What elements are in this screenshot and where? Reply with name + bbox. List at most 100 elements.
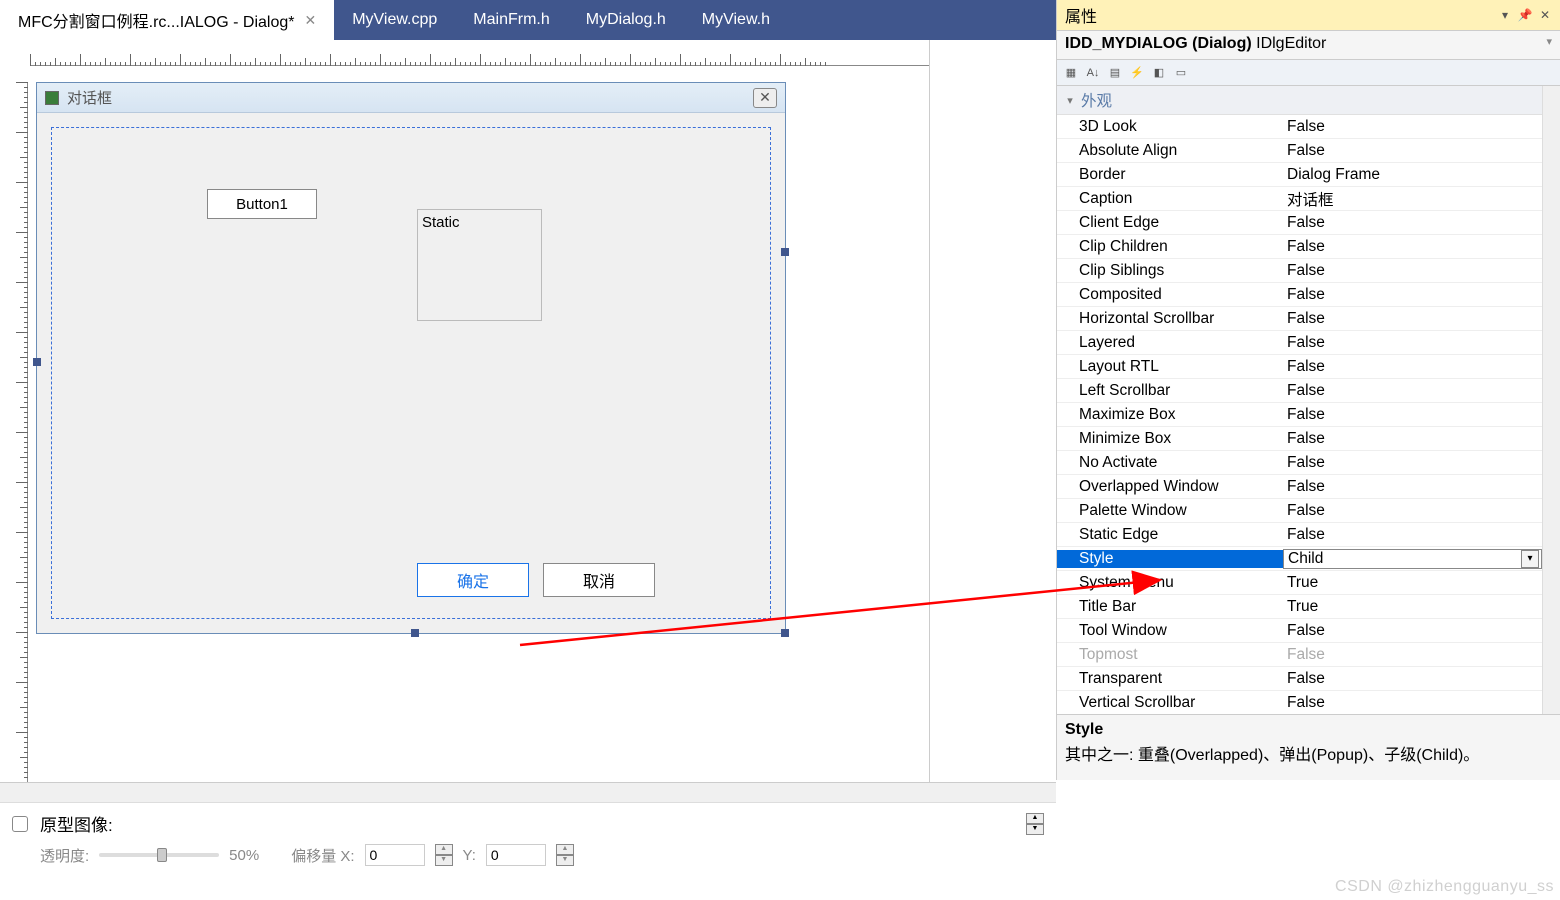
chevron-down-icon[interactable]: ▾	[1546, 35, 1552, 48]
alphabetical-icon[interactable]: A↓	[1083, 63, 1103, 83]
close-icon[interactable]: ✕	[753, 88, 777, 108]
property-value[interactable]: False	[1283, 214, 1542, 232]
ok-button[interactable]: 确定	[417, 563, 529, 597]
cancel-button[interactable]: 取消	[543, 563, 655, 597]
dialog-titlebar[interactable]: 对话框 ✕	[37, 83, 785, 113]
spinner[interactable]: ▲▼	[556, 844, 574, 866]
property-row[interactable]: Tool WindowFalse	[1057, 619, 1542, 643]
slider-thumb[interactable]	[157, 848, 167, 862]
property-value[interactable]: False	[1283, 382, 1542, 400]
category-appearance[interactable]: ▾外观	[1057, 86, 1542, 115]
property-value[interactable]: False	[1283, 526, 1542, 544]
tab-myview-h[interactable]: MyView.h	[684, 0, 788, 40]
properties-titlebar[interactable]: 属性 ▾ 📌 ✕	[1057, 0, 1560, 30]
property-row[interactable]: Layout RTLFalse	[1057, 355, 1542, 379]
property-value[interactable]: False	[1283, 406, 1542, 424]
ruler-horizontal	[30, 44, 929, 66]
property-value[interactable]: False	[1283, 670, 1542, 688]
tab-myview-cpp[interactable]: MyView.cpp	[334, 0, 455, 40]
collapse-icon[interactable]: ▾	[1063, 94, 1077, 107]
property-row[interactable]: Left ScrollbarFalse	[1057, 379, 1542, 403]
property-value[interactable]: False	[1283, 334, 1542, 352]
property-value[interactable]: False	[1283, 262, 1542, 280]
close-icon[interactable]: ✕	[304, 12, 316, 29]
property-value[interactable]: False	[1283, 118, 1542, 136]
property-row[interactable]: Minimize BoxFalse	[1057, 427, 1542, 451]
property-value[interactable]: False	[1283, 142, 1542, 160]
designer-canvas[interactable]: 对话框 ✕ Button1 Static 确定 取消	[36, 82, 919, 772]
property-value[interactable]: True	[1283, 598, 1542, 616]
static-control[interactable]: Static	[417, 209, 542, 321]
property-row[interactable]: Horizontal ScrollbarFalse	[1057, 307, 1542, 331]
property-row[interactable]: Clip ChildrenFalse	[1057, 235, 1542, 259]
resize-handle[interactable]	[33, 358, 41, 366]
events-icon[interactable]: ⚡	[1127, 63, 1147, 83]
property-value[interactable]: False	[1283, 358, 1542, 376]
property-name: Static Edge	[1057, 526, 1283, 544]
dialog-frame[interactable]: 对话框 ✕ Button1 Static 确定 取消	[36, 82, 786, 634]
property-value[interactable]: False	[1283, 430, 1542, 448]
property-row[interactable]: Maximize BoxFalse	[1057, 403, 1542, 427]
property-name: Caption	[1057, 190, 1283, 208]
property-row[interactable]: Vertical ScrollbarFalse	[1057, 691, 1542, 714]
scrollbar[interactable]	[1542, 86, 1560, 714]
offset-y-input[interactable]	[486, 844, 546, 866]
prototype-label: 原型图像:	[40, 811, 113, 836]
tab-dialog-rc[interactable]: MFC分割窗口例程.rc...IALOG - Dialog* ✕	[0, 0, 334, 40]
property-row[interactable]: TopmostFalse	[1057, 643, 1542, 667]
property-row[interactable]: Absolute AlignFalse	[1057, 139, 1542, 163]
property-row[interactable]: Overlapped WindowFalse	[1057, 475, 1542, 499]
property-value[interactable]: False	[1283, 478, 1542, 496]
tab-mydialog-h[interactable]: MyDialog.h	[568, 0, 684, 40]
close-icon[interactable]: ✕	[1538, 8, 1552, 22]
property-value[interactable]: False	[1283, 310, 1542, 328]
resize-handle[interactable]	[781, 629, 789, 637]
spinner[interactable]: ▲▼	[435, 844, 453, 866]
property-row[interactable]: LayeredFalse	[1057, 331, 1542, 355]
property-value[interactable]: Dialog Frame	[1283, 166, 1542, 184]
properties-object-header[interactable]: IDD_MYDIALOG (Dialog) IDlgEditor ▾	[1057, 30, 1560, 60]
property-row[interactable]: Palette WindowFalse	[1057, 499, 1542, 523]
property-value[interactable]: False	[1283, 646, 1542, 664]
property-row[interactable]: CompositedFalse	[1057, 283, 1542, 307]
properties-grid[interactable]: ▾外观3D LookFalseAbsolute AlignFalseBorder…	[1057, 86, 1542, 714]
resize-handle[interactable]	[781, 248, 789, 256]
property-row[interactable]: 3D LookFalse	[1057, 115, 1542, 139]
property-value[interactable]: 对话框	[1283, 188, 1542, 210]
pin-icon[interactable]: 📌	[1518, 8, 1532, 22]
resize-handle[interactable]	[411, 629, 419, 637]
property-row[interactable]: BorderDialog Frame	[1057, 163, 1542, 187]
property-value[interactable]: False	[1283, 286, 1542, 304]
property-row[interactable]: System MenuTrue	[1057, 571, 1542, 595]
property-row[interactable]: No ActivateFalse	[1057, 451, 1542, 475]
chevron-down-icon[interactable]: ▾	[1498, 8, 1512, 22]
property-value[interactable]: False	[1283, 622, 1542, 640]
property-value[interactable]: False	[1283, 238, 1542, 256]
tab-mainfrm-h[interactable]: MainFrm.h	[455, 0, 567, 40]
properties-icon[interactable]: ▤	[1105, 63, 1125, 83]
property-row[interactable]: StyleChild▾	[1057, 547, 1542, 571]
button1-control[interactable]: Button1	[207, 189, 317, 219]
offset-x-input[interactable]	[365, 844, 425, 866]
property-value[interactable]: False	[1283, 694, 1542, 712]
scrollbar-horizontal[interactable]	[0, 783, 1056, 803]
properties-panel: 属性 ▾ 📌 ✕ IDD_MYDIALOG (Dialog) IDlgEdito…	[1056, 0, 1560, 780]
property-value[interactable]: False	[1283, 502, 1542, 520]
property-value[interactable]: True	[1283, 574, 1542, 592]
property-row[interactable]: Static EdgeFalse	[1057, 523, 1542, 547]
property-value[interactable]: Child▾	[1283, 549, 1542, 569]
opacity-slider[interactable]	[99, 853, 219, 857]
property-row[interactable]: Caption对话框	[1057, 187, 1542, 211]
property-row[interactable]: Clip SiblingsFalse	[1057, 259, 1542, 283]
messages-icon[interactable]: ◧	[1149, 63, 1169, 83]
prototype-checkbox[interactable]	[12, 816, 28, 832]
property-name: Vertical Scrollbar	[1057, 694, 1283, 712]
overrides-icon[interactable]: ▭	[1171, 63, 1191, 83]
spinner[interactable]: ▲▼	[1026, 813, 1044, 835]
chevron-down-icon[interactable]: ▾	[1521, 550, 1539, 568]
property-row[interactable]: Title BarTrue	[1057, 595, 1542, 619]
categorized-icon[interactable]: ▦	[1061, 63, 1081, 83]
property-row[interactable]: TransparentFalse	[1057, 667, 1542, 691]
property-value[interactable]: False	[1283, 454, 1542, 472]
property-row[interactable]: Client EdgeFalse	[1057, 211, 1542, 235]
